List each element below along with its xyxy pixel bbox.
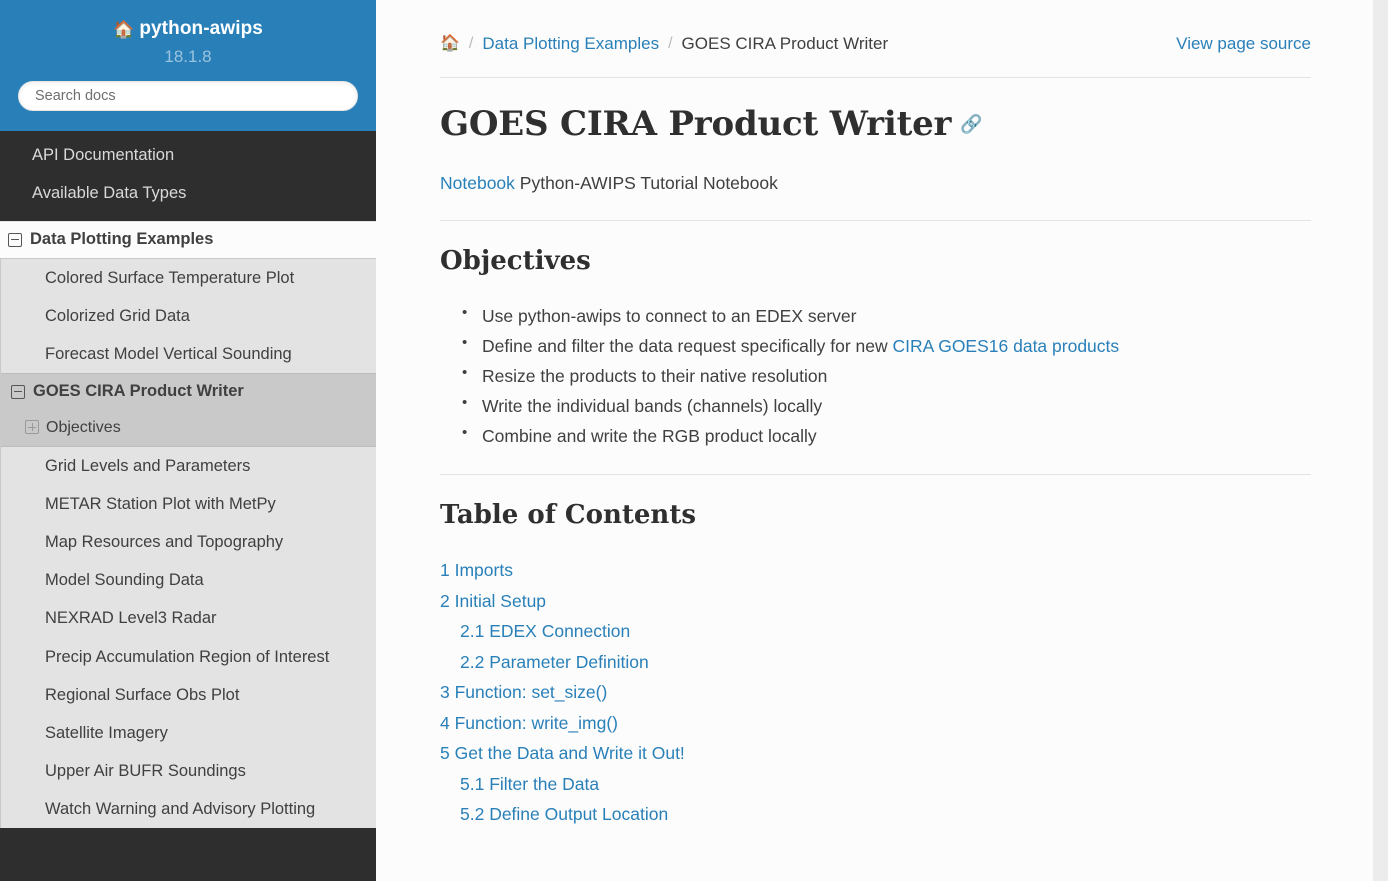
objectives-heading: Objectives <box>440 245 591 276</box>
notebook-link[interactable]: Notebook <box>440 173 515 193</box>
breadcrumb-parent-link[interactable]: Data Plotting Examples <box>482 34 659 54</box>
notebook-text: Python-AWIPS Tutorial Notebook <box>514 173 778 194</box>
table-of-contents-section: Table of Contents 1 Imports 2 Initial Se… <box>376 500 1373 830</box>
objectives-section: Objectives Use python-awips to connect t… <box>376 245 1373 451</box>
objective-text: Use python-awips to connect to an EDEX s… <box>482 305 857 326</box>
list-item: 2 Initial Setup <box>440 586 1311 617</box>
breadcrumb: 🏠 / Data Plotting Examples / GOES CIRA P… <box>376 0 1373 54</box>
sidebar-footer-strip <box>0 870 376 881</box>
list-item: 5 Get the Data and Write it Out! <box>440 738 1311 769</box>
objectives-divider <box>440 474 1311 476</box>
sidebar-header: 🏠 python-awips 18.1.8 <box>0 0 376 132</box>
search-input[interactable] <box>18 81 358 112</box>
search-form <box>16 81 360 112</box>
toc-link-imports[interactable]: 1 Imports <box>440 560 513 580</box>
list-item: Use python-awips to connect to an EDEX s… <box>462 300 1311 331</box>
document-wrapper: 🏠 / Data Plotting Examples / GOES CIRA P… <box>376 0 1373 881</box>
sidebar-subitem-label: Objectives <box>46 418 121 436</box>
toc-heading: Table of Contents <box>440 500 696 531</box>
list-item: Resize the products to their native reso… <box>462 360 1311 391</box>
sidebar-item-nexrad-level3-radar[interactable]: NEXRAD Level3 Radar <box>1 599 376 637</box>
objective-text: Resize the products to their native reso… <box>482 365 828 386</box>
sidebar-item-metar-station-plot-with-metpy[interactable]: METAR Station Plot with MetPy <box>1 485 376 523</box>
list-item: 5.1 Filter the Data <box>440 769 1311 800</box>
view-page-source-link[interactable]: View page source <box>1176 34 1311 54</box>
list-item: 5.2 Define Output Location <box>440 799 1311 830</box>
breadcrumb-separator: / <box>468 35 474 52</box>
toc-list: 1 Imports 2 Initial Setup 2.1 EDEX Conne… <box>440 555 1311 830</box>
intro-divider <box>440 219 1311 221</box>
toc-link-get-the-data[interactable]: 5 Get the Data and Write it Out! <box>440 743 685 763</box>
sidebar-navigation: 🏠python-awips 18.1.8 API Documentation A… <box>0 0 376 881</box>
brand-label: python-awips <box>139 18 263 39</box>
sidebar-section-label: Data Plotting Examples <box>30 229 214 248</box>
list-item: Combine and write the RGB product locall… <box>462 420 1311 451</box>
plus-box-icon[interactable] <box>25 420 39 435</box>
toc-link-parameter-definition[interactable]: 2.2 Parameter Definition <box>460 652 649 672</box>
toc-link-function-write-img[interactable]: 4 Function: write_img() <box>440 713 618 733</box>
documentation-page: 🏠python-awips 18.1.8 API Documentation A… <box>0 0 1388 881</box>
list-item: 2.2 Parameter Definition <box>440 647 1311 678</box>
sidebar-item-precip-accumulation-region-of-interest[interactable]: Precip Accumulation Region of Interest <box>1 638 376 676</box>
toc-link-define-output-location[interactable]: 5.2 Define Output Location <box>460 804 668 824</box>
sidebar-item-colorized-grid-data[interactable]: Colorized Grid Data <box>1 297 376 335</box>
permalink-chain-icon[interactable]: 🔗 <box>960 114 982 135</box>
breadcrumb-current: GOES CIRA Product Writer <box>681 34 889 53</box>
list-item: 4 Function: write_img() <box>440 708 1311 739</box>
notebook-reference: Notebook Python-AWIPS Tutorial Notebook <box>440 171 1311 196</box>
page-title: GOES CIRA Product Writer 🔗 <box>440 104 1311 144</box>
sidebar-item-colored-surface-temperature-plot[interactable]: Colored Surface Temperature Plot <box>1 259 376 297</box>
objective-text: Define and filter the data request speci… <box>482 335 893 356</box>
cira-goes16-link[interactable]: CIRA GOES16 data products <box>893 336 1120 356</box>
toc-link-initial-setup[interactable]: 2 Initial Setup <box>440 591 546 611</box>
home-icon[interactable]: 🏠 <box>440 36 460 52</box>
sidebar-item-map-resources-and-topography[interactable]: Map Resources and Topography <box>1 523 376 561</box>
toc-link-edex-connection[interactable]: 2.1 EDEX Connection <box>460 621 630 641</box>
toc-link-function-set-size[interactable]: 3 Function: set_size() <box>440 682 607 702</box>
breadcrumb-divider <box>440 77 1311 78</box>
brand-home-link[interactable]: 🏠 python-awips <box>16 18 360 41</box>
list-item: Define and filter the data request speci… <box>462 330 1311 361</box>
minus-box-icon[interactable] <box>8 232 22 247</box>
content-area: 🏠 / Data Plotting Examples / GOES CIRA P… <box>376 0 1388 881</box>
sidebar-item-upper-air-bufr-soundings[interactable]: Upper Air BUFR Soundings <box>1 752 376 790</box>
page-title-text: GOES CIRA Product Writer <box>440 104 952 144</box>
sidebar-item-goes-cira-product-writer[interactable]: GOES CIRA Product Writer <box>1 374 376 410</box>
sidebar-item-api-documentation[interactable]: API Documentation <box>0 137 376 175</box>
sidebar-item-objectives[interactable]: Objectives <box>1 410 376 446</box>
sidebar-item-watch-warning-and-advisory-plotting[interactable]: Watch Warning and Advisory Plotting <box>1 790 376 828</box>
list-item: 1 Imports <box>440 555 1311 586</box>
sidebar-item-model-sounding-data[interactable]: Model Sounding Data <box>1 561 376 599</box>
sidebar-item-list: Colored Surface Temperature Plot Coloriz… <box>0 258 376 829</box>
objectives-list: Use python-awips to connect to an EDEX s… <box>440 300 1311 451</box>
list-item: 2.1 EDEX Connection <box>440 616 1311 647</box>
minus-box-icon[interactable] <box>11 384 25 399</box>
sidebar-item-grid-levels-and-parameters[interactable]: Grid Levels and Parameters <box>1 447 376 485</box>
sidebar-item-regional-surface-obs-plot[interactable]: Regional Surface Obs Plot <box>1 676 376 714</box>
objective-text: Combine and write the RGB product locall… <box>482 426 817 447</box>
version-label: 18.1.8 <box>164 46 212 66</box>
sidebar-section-data-plotting-examples[interactable]: Data Plotting Examples <box>0 220 376 259</box>
list-item: Write the individual bands (channels) lo… <box>462 390 1311 421</box>
sidebar-item-label: GOES CIRA Product Writer <box>33 381 244 400</box>
toc-link-filter-the-data[interactable]: 5.1 Filter the Data <box>460 774 599 794</box>
document-body: GOES CIRA Product Writer 🔗 Notebook Pytho… <box>376 104 1373 197</box>
list-item: 3 Function: set_size() <box>440 677 1311 708</box>
breadcrumb-list: 🏠 / Data Plotting Examples / GOES CIRA P… <box>440 34 1176 54</box>
home-icon: 🏠 <box>113 20 135 39</box>
objective-text: Write the individual bands (channels) lo… <box>482 395 823 416</box>
sidebar-item-goes-cira-product-writer-group: GOES CIRA Product Writer Objectives <box>1 372 376 447</box>
sidebar-item-satellite-imagery[interactable]: Satellite Imagery <box>1 714 376 752</box>
sidebar-item-forecast-model-vertical-sounding[interactable]: Forecast Model Vertical Sounding <box>1 335 376 373</box>
sidebar-item-available-data-types[interactable]: Available Data Types <box>0 175 376 213</box>
sidebar-top-section: API Documentation Available Data Types <box>0 131 376 221</box>
breadcrumb-separator: / <box>668 35 673 52</box>
